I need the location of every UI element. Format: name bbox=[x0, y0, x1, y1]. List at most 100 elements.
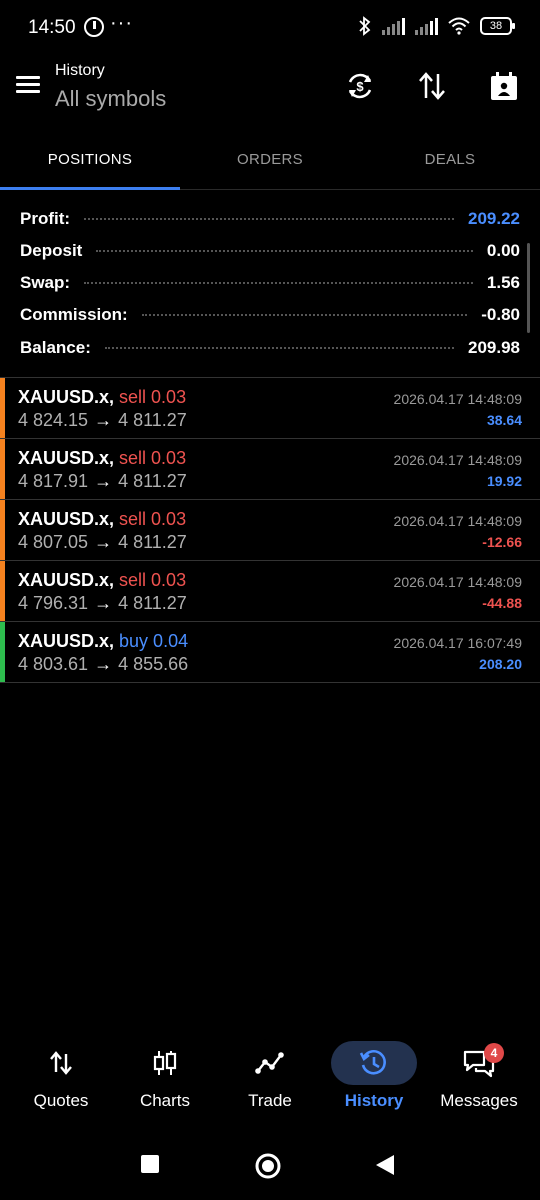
deal-time: 2026.04.17 14:48:09 bbox=[393, 513, 522, 529]
app-notification-icon bbox=[84, 17, 104, 37]
arrow-right-icon: → bbox=[94, 532, 113, 552]
deal-symbol: XAUUSD.x, bbox=[18, 387, 115, 407]
summary-value: 1.56 bbox=[486, 273, 520, 292]
nav-charts[interactable]: Charts bbox=[122, 1035, 208, 1125]
close-price: 4 855.66 bbox=[118, 654, 189, 674]
close-price: 4 811.27 bbox=[118, 593, 187, 613]
list-item[interactable]: XAUUSD.x, sell 0.03 4 824.15 → 4 811.27 202… bbox=[0, 378, 540, 439]
dotted-leader bbox=[84, 218, 454, 220]
summary-profit-row: Profit: 209.22 bbox=[20, 203, 520, 235]
side-color-bar bbox=[0, 439, 5, 499]
list-item[interactable]: XAUUSD.x, sell 0.03 4 796.31 → 4 811.27 202… bbox=[0, 561, 540, 622]
close-price: 4 811.27 bbox=[118, 410, 187, 430]
deal-profit: 208.20 bbox=[479, 656, 522, 672]
summary-deposit-row: Deposit 0.00 bbox=[20, 235, 520, 267]
deal-side: sell 0.03 bbox=[119, 570, 187, 590]
sort-icon[interactable] bbox=[412, 68, 452, 104]
summary-commission-row: Commission: -0.80 bbox=[20, 299, 520, 331]
battery-icon: 38 bbox=[480, 17, 515, 35]
deal-profit: -12.66 bbox=[482, 534, 522, 550]
summary-value: 209.22 bbox=[468, 209, 520, 228]
nav-history[interactable]: History bbox=[331, 1035, 417, 1125]
history-clock-icon bbox=[331, 1041, 417, 1085]
deal-side: sell 0.03 bbox=[119, 509, 187, 529]
nav-label: Trade bbox=[248, 1091, 292, 1110]
dotted-leader bbox=[96, 250, 473, 252]
more-notifications-icon: ··· bbox=[110, 12, 133, 34]
summary-balance-row: Balance: 209.98 bbox=[20, 332, 520, 364]
tab-bar: POSITIONS ORDERS DEALS bbox=[0, 130, 540, 190]
nav-label: History bbox=[344, 1091, 404, 1110]
tab-positions[interactable]: POSITIONS bbox=[0, 130, 180, 188]
signal-1-icon bbox=[382, 17, 405, 35]
summary-label: Balance: bbox=[20, 338, 91, 357]
side-color-bar bbox=[0, 500, 5, 560]
status-bar: 14:50 ··· 38 bbox=[0, 0, 540, 56]
summary-label: Deposit bbox=[20, 241, 83, 260]
summary-value: 0.00 bbox=[486, 241, 520, 260]
summary-panel: Profit: 209.22 Deposit 0.00 Swap: 1.56 C… bbox=[0, 200, 540, 376]
nav-quotes[interactable]: Quotes bbox=[18, 1035, 104, 1125]
home-icon[interactable] bbox=[254, 1152, 282, 1185]
list-item[interactable]: XAUUSD.x, sell 0.03 4 817.91 → 4 811.27 202… bbox=[0, 439, 540, 500]
summary-value: -0.80 bbox=[481, 305, 520, 324]
deal-symbol: XAUUSD.x, bbox=[18, 509, 115, 529]
arrow-right-icon: → bbox=[94, 593, 113, 613]
tab-indicator bbox=[0, 187, 180, 190]
list-item[interactable]: XAUUSD.x, sell 0.03 4 807.05 → 4 811.27 202… bbox=[0, 500, 540, 561]
summary-value: 209.98 bbox=[468, 338, 520, 357]
summary-label: Swap: bbox=[20, 273, 71, 292]
list-item[interactable]: XAUUSD.x, buy 0.04 4 803.61 → 4 855.66 2026… bbox=[0, 622, 540, 683]
deal-profit: -44.88 bbox=[482, 595, 522, 611]
arrow-right-icon: → bbox=[94, 654, 113, 674]
side-color-bar bbox=[0, 561, 5, 621]
status-indicators: 38 bbox=[358, 16, 515, 36]
nav-messages[interactable]: 4 Messages bbox=[436, 1035, 522, 1125]
open-price: 4 817.91 bbox=[18, 471, 89, 491]
app-bar: History All symbols $ bbox=[0, 56, 540, 126]
open-price: 4 796.31 bbox=[18, 593, 89, 613]
side-color-bar bbox=[0, 378, 5, 438]
tab-deals[interactable]: DEALS bbox=[360, 130, 540, 188]
deal-time: 2026.04.17 14:48:09 bbox=[393, 452, 522, 468]
deal-symbol: XAUUSD.x, bbox=[18, 631, 115, 651]
dotted-leader bbox=[141, 314, 468, 316]
deal-side: sell 0.03 bbox=[119, 387, 187, 407]
unread-badge: 4 bbox=[484, 1043, 504, 1063]
bottom-navigation: Quotes Charts Trade History 4 Messages bbox=[0, 1035, 540, 1125]
currency-refresh-icon[interactable]: $ bbox=[340, 68, 380, 104]
open-price: 4 824.15 bbox=[18, 410, 89, 430]
calendar-icon[interactable] bbox=[484, 68, 524, 104]
positions-list: XAUUSD.x, sell 0.03 4 824.15 → 4 811.27 202… bbox=[0, 377, 540, 683]
back-icon[interactable] bbox=[374, 1154, 396, 1181]
symbol-filter[interactable]: All symbols bbox=[55, 86, 166, 112]
nav-label: Messages bbox=[440, 1091, 518, 1110]
summary-label: Profit: bbox=[20, 209, 71, 228]
deal-time: 2026.04.17 14:48:09 bbox=[393, 391, 522, 407]
open-price: 4 803.61 bbox=[18, 654, 89, 674]
menu-icon[interactable] bbox=[16, 76, 40, 94]
system-navigation bbox=[0, 1140, 540, 1196]
bluetooth-icon bbox=[359, 16, 371, 36]
close-price: 4 811.27 bbox=[118, 532, 187, 552]
nav-trade[interactable]: Trade bbox=[227, 1035, 313, 1125]
status-time: 14:50 bbox=[28, 17, 76, 38]
open-price: 4 807.05 bbox=[18, 532, 89, 552]
recents-icon[interactable] bbox=[140, 1154, 160, 1179]
deal-symbol: XAUUSD.x, bbox=[18, 448, 115, 468]
signal-2-icon bbox=[415, 17, 438, 35]
summary-label: Commission: bbox=[20, 305, 128, 324]
nav-label: Charts bbox=[139, 1091, 191, 1110]
deal-side: sell 0.03 bbox=[119, 448, 187, 468]
nav-label: Quotes bbox=[33, 1091, 89, 1110]
summary-swap-row: Swap: 1.56 bbox=[20, 267, 520, 299]
side-color-bar bbox=[0, 622, 5, 682]
deal-symbol: XAUUSD.x, bbox=[18, 570, 115, 590]
dotted-leader bbox=[104, 347, 454, 349]
tab-orders[interactable]: ORDERS bbox=[180, 130, 360, 188]
page-title: History bbox=[55, 62, 105, 79]
deal-profit: 19.92 bbox=[486, 473, 522, 489]
dotted-leader bbox=[84, 282, 473, 284]
scrollbar[interactable] bbox=[527, 243, 530, 333]
close-price: 4 811.27 bbox=[118, 471, 187, 491]
